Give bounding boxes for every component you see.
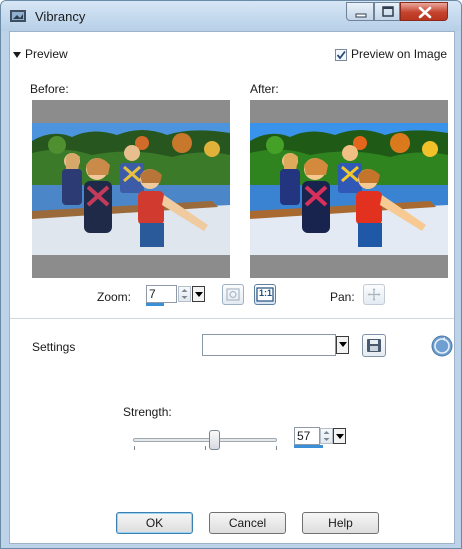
zoom-dropdown-button[interactable] [192, 286, 205, 302]
preview-toggle[interactable]: Preview [13, 47, 68, 61]
window-title: Vibrancy [35, 9, 86, 24]
reset-icon [431, 335, 453, 357]
actual-size-button[interactable]: 1:1 [254, 284, 276, 305]
settings-label: Settings [32, 340, 76, 354]
dialog-window: Vibrancy Preview Preview on Image Before… [0, 0, 462, 549]
minimize-icon [355, 13, 367, 18]
check-icon [336, 50, 346, 60]
after-preview[interactable] [250, 100, 448, 278]
fit-icon [226, 288, 240, 301]
strength-field[interactable]: 57 [294, 427, 320, 445]
zoom-accent [146, 303, 164, 306]
after-label: After: [250, 82, 279, 96]
pan-label: Pan: [330, 290, 355, 304]
before-photo [32, 123, 230, 255]
pan-button[interactable] [363, 284, 385, 305]
minimize-button[interactable] [346, 2, 374, 21]
actual-size-label: 1:1 [259, 288, 273, 298]
dialog-client: Preview Preview on Image Before: After: [9, 31, 455, 544]
close-icon [418, 6, 432, 19]
zoom-value: 7 [149, 287, 156, 301]
preview-toggle-label: Preview [25, 47, 68, 61]
save-settings-button[interactable] [362, 334, 386, 357]
slider-tick [205, 446, 206, 450]
strength-slider-track[interactable] [133, 438, 277, 442]
strength-accent [294, 445, 323, 448]
strength-spin-arrows[interactable] [320, 428, 333, 444]
zoom-spin-arrows[interactable] [178, 286, 191, 302]
zoom-field[interactable]: 7 [146, 285, 177, 303]
close-button[interactable] [400, 2, 448, 21]
preview-on-image-checkbox[interactable] [335, 49, 347, 61]
strength-slider-thumb[interactable] [208, 430, 220, 450]
before-label: Before: [30, 82, 69, 96]
spin-arrows-icon [323, 431, 330, 441]
strength-label: Strength: [123, 405, 172, 419]
pan-icon [367, 288, 381, 301]
settings-dropdown[interactable] [202, 334, 336, 356]
ok-button[interactable]: OK [116, 512, 193, 534]
preview-on-image-label: Preview on Image [351, 47, 448, 61]
collapse-arrow-icon [13, 51, 21, 58]
title-bar[interactable]: Vibrancy [1, 1, 461, 31]
strength-value: 57 [297, 429, 311, 443]
maximize-button[interactable] [374, 2, 400, 21]
spin-arrows-icon [181, 289, 188, 299]
slider-tick [276, 446, 277, 450]
zoom-label: Zoom: [97, 290, 132, 304]
section-divider [10, 318, 454, 319]
reset-button[interactable] [430, 334, 454, 358]
cancel-button[interactable]: Cancel [209, 512, 286, 534]
help-button[interactable]: Help [302, 512, 379, 534]
save-icon [367, 339, 381, 352]
app-icon [10, 10, 26, 22]
strength-dropdown-button[interactable] [333, 428, 346, 444]
fit-button[interactable] [222, 284, 244, 305]
maximize-icon [382, 6, 394, 17]
after-photo [250, 123, 448, 255]
slider-tick [134, 446, 135, 450]
before-preview[interactable] [32, 100, 230, 278]
settings-dropdown-button[interactable] [336, 336, 349, 354]
